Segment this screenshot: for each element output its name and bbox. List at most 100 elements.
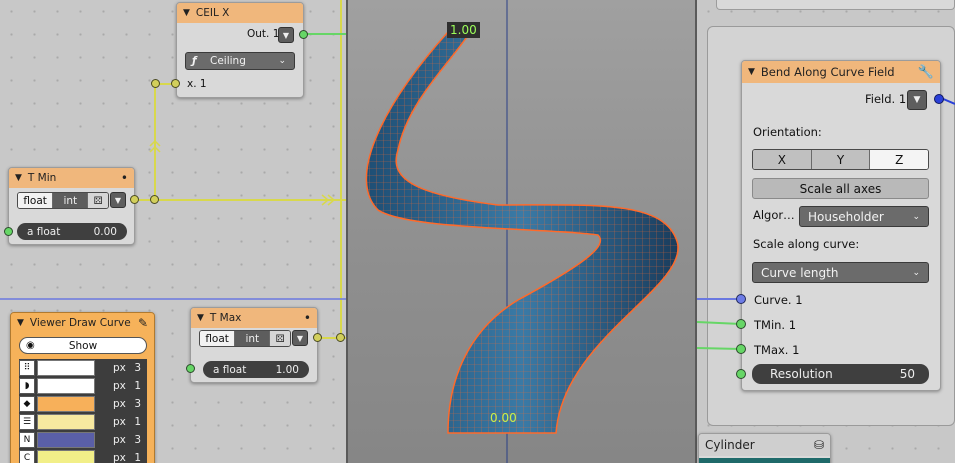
bend-output-menu-button[interactable]: ▼	[907, 90, 927, 110]
t-max-type-selector[interactable]: float int ⚄	[199, 330, 291, 347]
viewer-row-value[interactable]: 1	[134, 380, 141, 392]
viewer-row-icon[interactable]: N	[19, 432, 35, 448]
viewer-row-icon[interactable]: ⠿	[19, 360, 35, 376]
bend-output-socket[interactable]	[934, 94, 944, 104]
ceil-mode-dropdown[interactable]: ƒ Ceiling ⌄	[185, 52, 295, 70]
scale-along-curve-dropdown[interactable]: Curve length ⌄	[752, 262, 929, 283]
viewer-row[interactable]: Npx 3	[19, 431, 147, 449]
viewer-row[interactable]: ◗ px 1	[19, 377, 147, 395]
node-options-icon[interactable]: •	[121, 171, 128, 185]
viewer-row-unit: px	[113, 434, 126, 446]
t-max-input-socket[interactable]	[186, 364, 195, 373]
scale-all-axes-label: Scale all axes	[799, 181, 882, 196]
viewer-row[interactable]: ☰ px 1	[19, 413, 147, 431]
t-max-menu-button[interactable]: ▼	[292, 330, 308, 346]
algorithm-value: Householder	[808, 209, 884, 224]
collapse-chevron-icon[interactable]: ▼	[17, 318, 24, 328]
scale-all-axes-button[interactable]: Scale all axes	[752, 178, 929, 199]
viewer-row-swatch[interactable]	[37, 414, 95, 430]
cylinder-node-header[interactable]: Cylinder ⛁	[699, 434, 830, 456]
ceil-mode-value: Ceiling	[210, 55, 246, 67]
viewer-row-swatch[interactable]	[37, 360, 95, 376]
viewer-row-value[interactable]: 3	[134, 398, 141, 410]
viewer-row-icon[interactable]: ◗	[19, 378, 35, 394]
reroute-socket-lower[interactable]	[150, 195, 159, 204]
collapse-chevron-icon[interactable]: ▼	[197, 313, 204, 323]
cylinder-icon: ⛁	[813, 438, 824, 452]
viewer-row-swatch[interactable]	[37, 432, 95, 448]
viewer-row[interactable]: ⠿ px 3	[19, 359, 147, 377]
viewer-row-icon[interactable]: C	[19, 450, 35, 463]
viewer-row-value[interactable]: 3	[134, 362, 141, 374]
axis-option-y[interactable]: Y	[811, 150, 871, 169]
tmax-input-socket[interactable]	[736, 344, 746, 354]
wrench-icon[interactable]: 🔧	[918, 65, 934, 80]
ceil-output-socket[interactable]	[299, 30, 308, 39]
algorithm-dropdown[interactable]: Householder ⌄	[799, 206, 929, 227]
axis-option-x[interactable]: X	[753, 150, 812, 169]
viewer-row-icon[interactable]: ◆	[19, 396, 35, 412]
bent-cylinder-mesh	[365, 0, 679, 463]
viewer-row-value[interactable]: 1	[134, 452, 141, 463]
show-label: Show	[68, 339, 98, 352]
viewer-row-swatch[interactable]	[37, 450, 95, 463]
viewer-row-value[interactable]: 1	[134, 416, 141, 428]
viewer-row-icon[interactable]: ☰	[19, 414, 35, 430]
viewer-row[interactable]: Cpx 1	[19, 449, 147, 463]
type-int-option[interactable]: int	[235, 331, 271, 346]
viewer-draw-curve-node[interactable]: ▼ Viewer Draw Curve ✎ ◉ Show ⠿ px 3 ◗ px 1 ◆ px…	[10, 312, 155, 463]
dice-icon[interactable]: ⚄	[270, 331, 290, 346]
reroute-socket-upper[interactable]	[151, 79, 160, 88]
viewer-row[interactable]: ◆ px 3	[19, 395, 147, 413]
type-float-option[interactable]: float	[200, 331, 236, 346]
viewer-row-value[interactable]: 3	[134, 434, 141, 446]
tmax-input-label: TMax. 1	[754, 343, 800, 357]
t-max-title: T Max	[209, 312, 242, 324]
type-float-option[interactable]: float	[18, 193, 54, 208]
viewer-row-swatch[interactable]	[37, 396, 95, 412]
pencil-icon[interactable]: ✎	[138, 316, 148, 330]
t-max-float-field[interactable]: a float 1.00	[203, 361, 309, 378]
bend-along-curve-node[interactable]: ▼ Bend Along Curve Field 🔧 Field. 1 ▼ Or…	[741, 60, 941, 391]
t-max-field-value: 1.00	[275, 363, 299, 376]
resolution-input-socket[interactable]	[736, 369, 746, 379]
t-max-field-label: a float	[213, 363, 247, 376]
t-min-output-socket[interactable]	[130, 195, 139, 204]
viewer-node-header[interactable]: ▼ Viewer Draw Curve ✎	[11, 313, 154, 333]
viewer-rows-list: ⠿ px 3 ◗ px 1 ◆ px 3 ☰ px 1 Npx 3 Cpx 1	[19, 359, 147, 463]
t-min-menu-button[interactable]: ▼	[110, 192, 126, 208]
t-min-input-socket[interactable]	[4, 227, 13, 236]
dice-icon[interactable]: ⚄	[88, 193, 108, 208]
show-toggle-button[interactable]: ◉ Show	[19, 337, 147, 354]
collapse-chevron-icon[interactable]: ▼	[15, 173, 22, 183]
t-max-header[interactable]: ▼ T Max •	[191, 308, 317, 328]
bend-node-header[interactable]: ▼ Bend Along Curve Field 🔧	[742, 61, 940, 83]
axis-option-z[interactable]: Z	[870, 150, 928, 169]
ceil-x-node[interactable]: ▼ CEIL X Out. 1 ▼ ƒ Ceiling ⌄ x. 1	[176, 2, 304, 98]
type-int-option[interactable]: int	[53, 193, 89, 208]
t-max-node[interactable]: ▼ T Max • float int ⚄ ▼ a float 1.00	[190, 307, 318, 383]
cylinder-output-bar	[699, 458, 830, 463]
resolution-field[interactable]: Resolution 50	[752, 364, 929, 384]
cylinder-node[interactable]: Cylinder ⛁	[698, 433, 831, 463]
t-min-header[interactable]: ▼ T Min •	[9, 168, 134, 188]
viewer-row-unit: px	[113, 452, 126, 463]
viewer-row-unit: px	[113, 398, 126, 410]
ceil-output-menu-button[interactable]: ▼	[278, 27, 294, 43]
t-min-float-field[interactable]: a float 0.00	[17, 223, 127, 240]
3d-viewport[interactable]: 1.00 0.00	[346, 0, 697, 463]
node-options-icon[interactable]: •	[304, 311, 311, 325]
t-max-output-socket[interactable]	[313, 333, 322, 342]
orientation-selector[interactable]: XYZ	[752, 149, 929, 170]
tmin-input-socket[interactable]	[736, 319, 746, 329]
collapse-chevron-icon[interactable]: ▼	[748, 67, 755, 77]
ceil-input-socket[interactable]	[171, 79, 180, 88]
viewer-row-swatch[interactable]	[37, 378, 95, 394]
ceil-node-header[interactable]: ▼ CEIL X	[177, 3, 303, 23]
curve-input-socket[interactable]	[736, 294, 746, 304]
collapse-chevron-icon[interactable]: ▼	[183, 8, 190, 18]
chevron-down-icon: ⌄	[278, 56, 286, 66]
t-min-node[interactable]: ▼ T Min • float int ⚄ ▼ a float 0.00	[8, 167, 135, 245]
t-min-type-selector[interactable]: float int ⚄	[17, 192, 109, 209]
reroute-socket-right[interactable]	[336, 333, 345, 342]
